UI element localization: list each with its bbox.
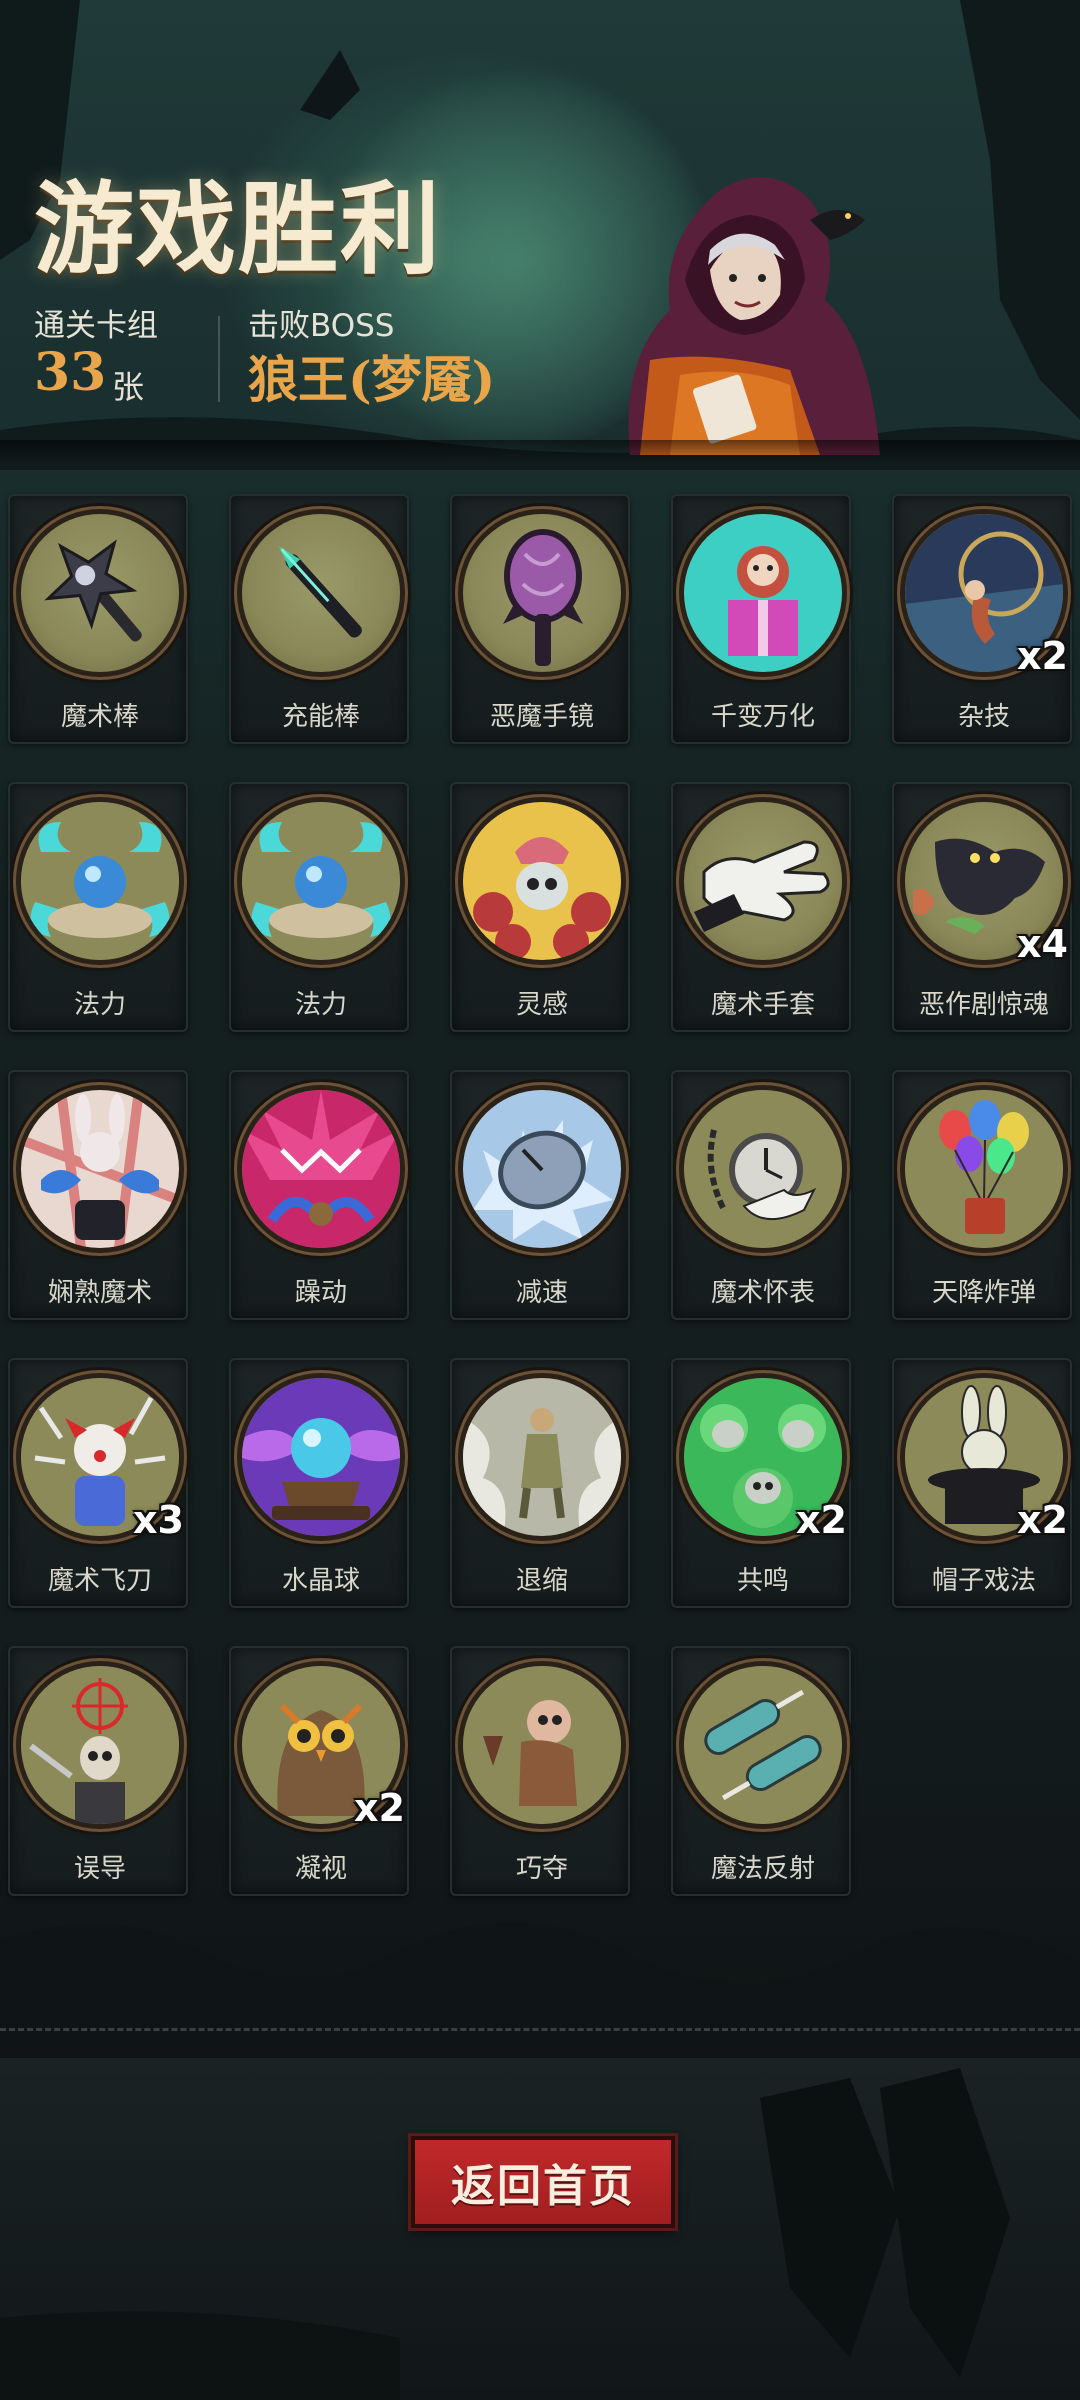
card-label: 杂技 [957,702,1010,732]
card-tile[interactable]: 巧夺 [450,1646,630,1896]
card-label: 魔术飞刀 [47,1566,152,1596]
card-label: 恶魔手镜 [489,702,594,732]
retreat-icon [463,1378,621,1536]
card-label: 恶作剧惊魂 [918,990,1049,1020]
card-label: 娴熟魔术 [47,1278,152,1308]
card-tile[interactable]: 魔法反射 [671,1646,851,1896]
dashed-divider [0,2028,1080,2031]
card-label: 千变万化 [710,702,815,732]
card-count-badge: x2 [1017,634,1068,678]
card-label: 误导 [73,1854,126,1884]
card-label: 躁动 [294,1278,347,1308]
card-tile[interactable]: 充能棒 [229,494,409,744]
thief-icon [463,1666,621,1824]
card-tile[interactable]: 杂技 x2 [892,494,1072,744]
card-tile[interactable]: 魔术怀表 [671,1070,851,1320]
card-tile[interactable]: 恶作剧惊魂 x4 [892,782,1072,1032]
card-label: 凝视 [294,1854,347,1884]
card-label: 灵感 [515,990,568,1020]
card-tile[interactable]: 魔术手套 [671,782,851,1032]
card-label: 法力 [294,990,347,1020]
balloon-bomb-icon [905,1090,1063,1248]
card-tile[interactable]: 退缩 [450,1358,630,1608]
card-tile[interactable]: 法力 [8,782,188,1032]
mana-orb-icon [242,802,400,960]
card-label: 共鸣 [736,1566,789,1596]
card-tile[interactable]: 娴熟魔术 [8,1070,188,1320]
magic-glove-icon [684,802,842,960]
card-tile[interactable]: 水晶球 [229,1358,409,1608]
card-label: 天降炸弹 [931,1278,1036,1308]
card-tile[interactable]: 魔术飞刀 x3 [8,1358,188,1608]
frenzy-icon [242,1090,400,1248]
return-home-label: 返回首页 [451,2161,635,2212]
wand-icon [21,514,179,672]
card-tile[interactable]: 灵感 [450,782,630,1032]
card-tile[interactable]: 误导 [8,1646,188,1896]
card-tile[interactable]: 恶魔手镜 [450,494,630,744]
card-label: 法力 [73,990,126,1020]
card-tile[interactable]: 凝视 x2 [229,1646,409,1896]
card-count-badge: x2 [796,1498,847,1542]
return-home-button[interactable]: 返回首页 [411,2136,675,2228]
card-label: 魔术怀表 [710,1278,815,1308]
target-skeleton-icon [21,1666,179,1824]
card-label: 水晶球 [281,1566,360,1596]
card-tile[interactable]: 减速 [450,1070,630,1320]
card-tile[interactable]: 天降炸弹 [892,1070,1072,1320]
card-count-badge: x2 [1017,1498,1068,1542]
card-tile[interactable]: 躁动 [229,1070,409,1320]
card-tile[interactable]: 法力 [229,782,409,1032]
card-tile[interactable]: 共鸣 x2 [671,1358,851,1608]
brain-skull-icon [463,802,621,960]
frozen-clock-icon [463,1090,621,1248]
pocket-watch-icon [684,1090,842,1248]
card-tile[interactable]: 千变万化 [671,494,851,744]
card-count-badge: x4 [1017,922,1068,966]
rabbit-magician-icon [21,1090,179,1248]
card-label: 退缩 [515,1566,568,1596]
card-count-badge: x2 [354,1786,405,1830]
card-tile[interactable]: 魔术棒 [8,494,188,744]
card-label: 减速 [515,1278,568,1308]
card-label: 帽子戏法 [931,1566,1036,1596]
crystal-ball-icon [242,1378,400,1536]
gift-box-icon [684,514,842,672]
card-count-badge: x3 [133,1498,184,1542]
card-label: 充能棒 [281,702,360,732]
card-label: 魔术手套 [710,990,815,1020]
card-tile[interactable]: 帽子戏法 x2 [892,1358,1072,1608]
card-label: 魔法反射 [710,1854,815,1884]
footer-silhouettes [0,2068,1010,2400]
demon-mirror-icon [463,514,621,672]
card-label: 魔术棒 [60,702,139,732]
mana-orb-icon [21,802,179,960]
card-grid: 魔术棒 充能棒 恶魔手镜 千变万化 杂技 x2 法力 法力 灵感 魔术手套 恶作剧惊魂 x4 娴熟魔术躁… [0,0,1080,2400]
reflect-icon [684,1666,842,1824]
charge-rod-icon [242,514,400,672]
card-label: 巧夺 [515,1854,568,1884]
